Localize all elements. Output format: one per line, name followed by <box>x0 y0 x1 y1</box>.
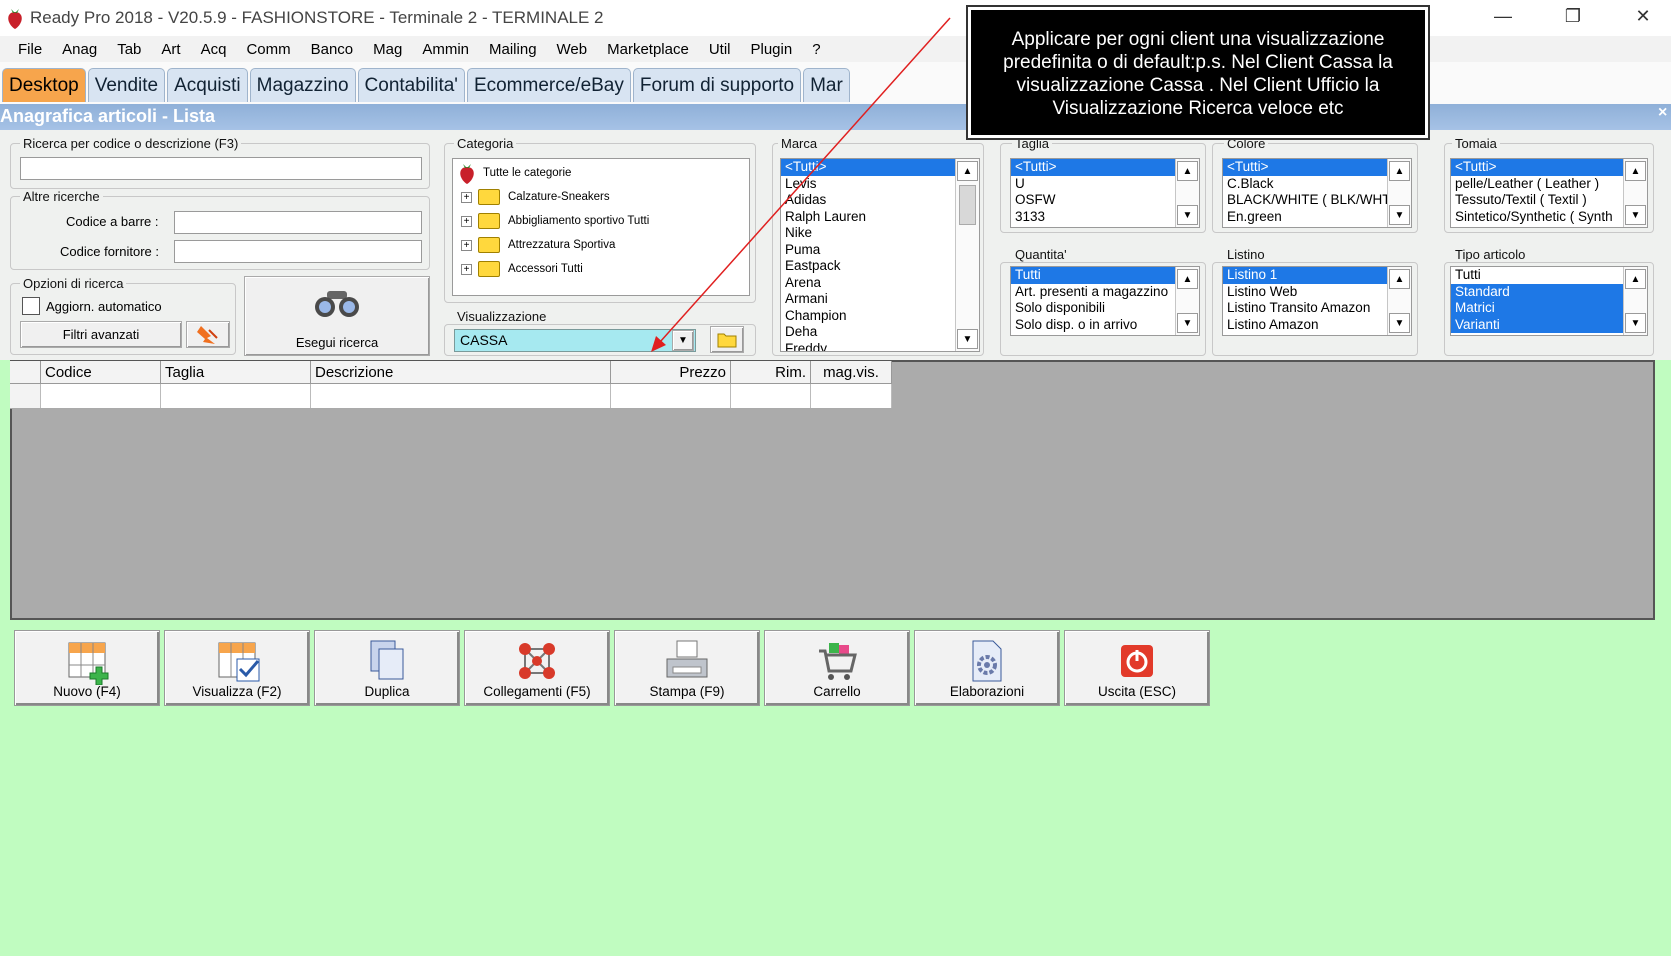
annotation-arrow <box>651 17 951 352</box>
callout-note: Applicare per ogni client una visualizza… <box>966 5 1430 140</box>
